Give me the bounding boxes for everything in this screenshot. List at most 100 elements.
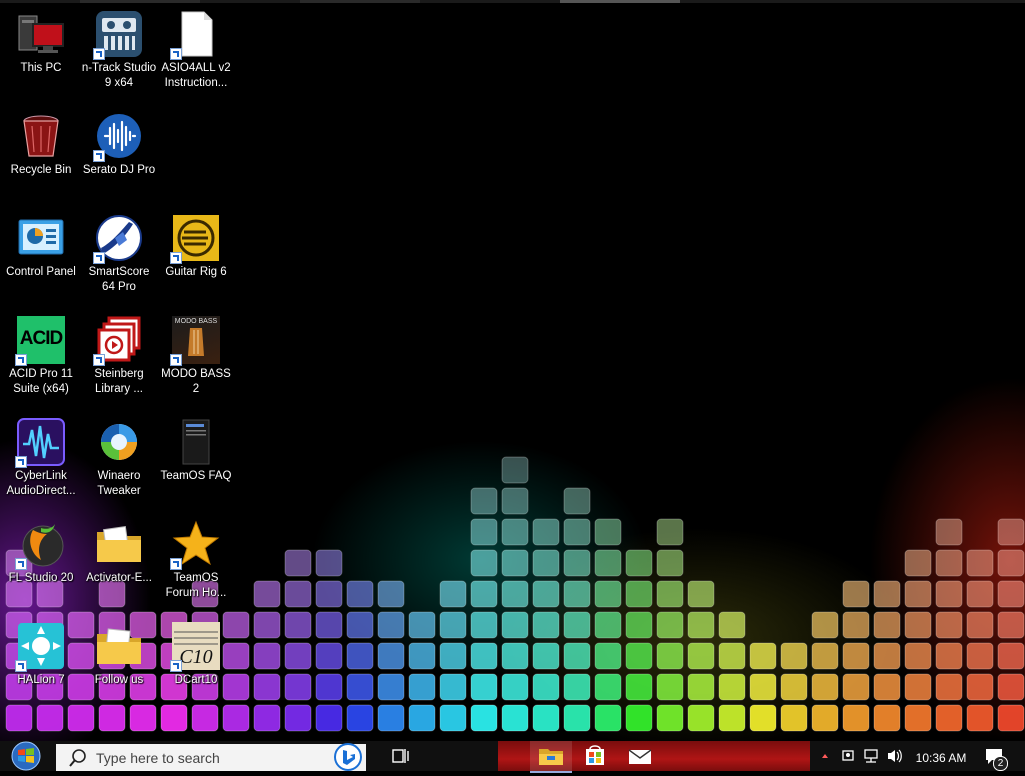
wallpaper-tile <box>315 549 343 577</box>
wallpaper-tile <box>253 642 281 670</box>
task-view-button[interactable] <box>380 741 420 771</box>
wallpaper-tile <box>532 611 560 639</box>
wallpaper-tile <box>656 673 684 701</box>
wallpaper-tile <box>346 704 374 732</box>
wallpaper-tile <box>563 704 591 732</box>
shortcut-arrow-icon <box>170 354 182 366</box>
wallpaper-tile <box>749 704 777 732</box>
desktop-icon-recycle-bin[interactable]: Recycle Bin <box>2 102 80 202</box>
desktop-icon-dcart[interactable]: C10 DCart10 <box>157 612 235 712</box>
wallpaper-tile <box>656 611 684 639</box>
document-screenshot-icon <box>172 418 220 466</box>
desktop-icon-teamos-forum[interactable]: TeamOS Forum Ho... <box>157 510 235 610</box>
shortcut-arrow-icon <box>170 660 182 672</box>
desktop-icon-acid-pro[interactable]: ACID ACID Pro 11 Suite (x64) <box>2 306 80 406</box>
wallpaper-tile <box>408 673 436 701</box>
desktop-icon-fl-studio[interactable]: FL Studio 20 <box>2 510 80 610</box>
taskbar-store[interactable] <box>575 741 615 771</box>
start-button[interactable] <box>0 741 52 771</box>
wallpaper-tile <box>470 487 498 515</box>
shortcut-arrow-icon <box>15 354 27 366</box>
wallpaper-tile <box>284 549 312 577</box>
system-tray-icons[interactable] <box>838 741 908 771</box>
wallpaper-tile <box>997 518 1025 546</box>
wallpaper-tile <box>594 611 622 639</box>
wallpaper-tile <box>935 518 963 546</box>
action-center-button[interactable]: 2 <box>980 741 1020 771</box>
wallpaper-tile <box>997 549 1025 577</box>
wallpaper-tile <box>346 642 374 670</box>
desktop-icon-control-panel[interactable]: Control Panel <box>2 204 80 304</box>
taskbar-clock[interactable]: 10:36 AM <box>906 751 976 765</box>
desktop-icon-modo-bass[interactable]: MODO BASS MODO BASS 2 <box>157 306 235 406</box>
desktop-icon-serato[interactable]: Serato DJ Pro <box>80 102 158 202</box>
desktop-icon-n-track[interactable]: n-Track Studio 9 x64 <box>80 0 158 100</box>
acid-pro-icon: ACID <box>15 316 65 366</box>
desktop-icon-label: Serato DJ Pro <box>82 164 156 176</box>
wallpaper-tile <box>315 580 343 608</box>
taskbar-mail[interactable] <box>620 741 660 771</box>
dcart-icon: C10 <box>170 622 220 672</box>
windows-logo-icon <box>11 741 41 771</box>
chevron-up-icon <box>822 754 828 758</box>
wallpaper-tile <box>656 704 684 732</box>
search-input[interactable]: Type here to search <box>56 742 366 772</box>
wallpaper-tile <box>997 611 1025 639</box>
desktop-icon-teamos-faq[interactable]: TeamOS FAQ <box>157 408 235 508</box>
desktop-icon-halion[interactable]: HALion 7 <box>2 612 80 712</box>
desktop-icon-activator[interactable]: Activator-E... <box>80 510 158 610</box>
desktop-icon-guitar-rig[interactable]: Guitar Rig 6 <box>157 204 235 304</box>
desktop-icon-winaero[interactable]: Winaero Tweaker <box>80 408 158 508</box>
wallpaper-tile <box>501 549 529 577</box>
wallpaper-tile <box>811 704 839 732</box>
folder-icon <box>95 520 143 568</box>
wallpaper-tile <box>594 673 622 701</box>
wallpaper-tile <box>501 580 529 608</box>
desktop-icon-this-pc[interactable]: This PC <box>2 0 80 100</box>
wallpaper-tile <box>656 642 684 670</box>
wallpaper-tile <box>594 518 622 546</box>
desktop[interactable]: This PC Recycle Bin Control Panel ACID A… <box>0 0 1025 741</box>
wallpaper-tile <box>966 642 994 670</box>
wallpaper-tile <box>315 673 343 701</box>
volume-icon <box>888 749 902 763</box>
fl-studio-icon <box>15 520 65 570</box>
wallpaper-tile <box>284 673 312 701</box>
wallpaper-tile <box>718 673 746 701</box>
shortcut-arrow-icon <box>93 150 105 162</box>
wallpaper-tile <box>532 642 560 670</box>
wallpaper-tile <box>470 673 498 701</box>
wallpaper-tile <box>501 704 529 732</box>
wallpaper-tile <box>966 580 994 608</box>
notification-count-badge: 2 <box>993 756 1008 771</box>
desktop-icon-asio4all[interactable]: ASIO4ALL v2 Instruction... <box>157 0 235 100</box>
recycle-bin-icon <box>17 112 65 160</box>
wallpaper-tile <box>284 642 312 670</box>
wallpaper-tile <box>439 704 467 732</box>
wallpaper-tile <box>501 456 529 484</box>
network-icon <box>864 749 878 763</box>
bing-icon[interactable] <box>333 742 363 772</box>
wallpaper-tile <box>253 580 281 608</box>
taskbar-file-explorer[interactable] <box>530 741 572 773</box>
desktop-icon-label: Winaero Tweaker <box>97 470 141 497</box>
wallpaper-tile <box>625 580 653 608</box>
wallpaper-tile <box>501 518 529 546</box>
shortcut-arrow-icon <box>15 660 27 672</box>
desktop-icon-label: CyberLink AudioDirect... <box>6 470 76 497</box>
desktop-icon-follow-us[interactable]: Follow us <box>80 612 158 712</box>
smartscore-icon <box>93 214 143 264</box>
tray-overflow-button[interactable] <box>818 741 832 771</box>
desktop-icon-label: Recycle Bin <box>10 164 72 176</box>
wallpaper-tile <box>315 611 343 639</box>
desktop-icon-steinberg[interactable]: Steinberg Library ... <box>80 306 158 406</box>
wallpaper-tile <box>935 611 963 639</box>
wallpaper-tile <box>904 673 932 701</box>
wallpaper-tile <box>656 549 684 577</box>
wallpaper-tile <box>377 580 405 608</box>
wallpaper-tile <box>532 518 560 546</box>
desktop-icon-smartscore[interactable]: SmartScore 64 Pro <box>80 204 158 304</box>
wallpaper-tile <box>935 580 963 608</box>
wallpaper-tile <box>346 673 374 701</box>
desktop-icon-cyberlink[interactable]: CyberLink AudioDirect... <box>2 408 80 508</box>
